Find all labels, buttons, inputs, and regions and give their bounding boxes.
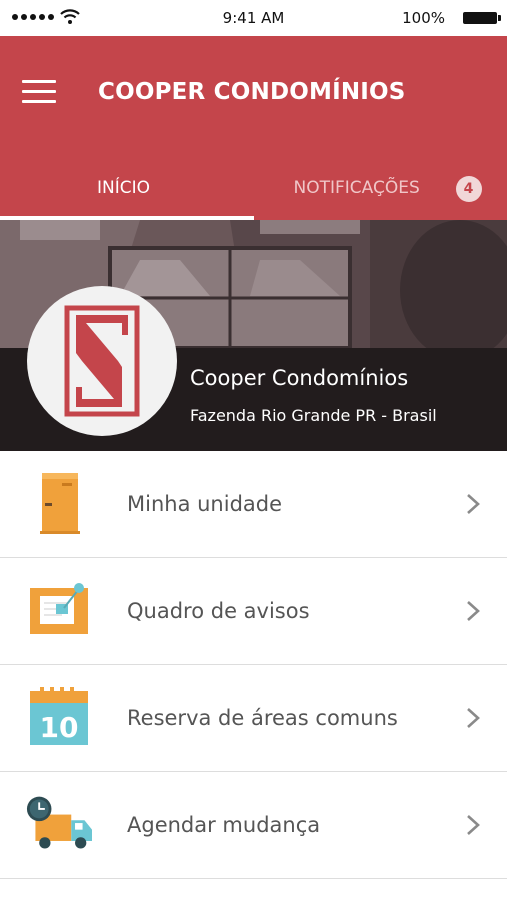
calendar-icon: 10 (30, 687, 88, 745)
list-item-minha-unidade[interactable]: Minha unidade (0, 451, 507, 558)
list-item-label: Minha unidade (127, 492, 283, 516)
chevron-right-icon (467, 708, 480, 728)
app-title: COOPER CONDOMÍNIOS (98, 79, 406, 105)
notice-board-icon (30, 583, 88, 634)
tab-notificacoes-label: NOTIFICAÇÕES (293, 178, 420, 198)
tab-inicio[interactable]: INÍCIO (0, 156, 254, 220)
tab-notificacoes[interactable]: NOTIFICAÇÕES 4 (254, 156, 507, 220)
hamburger-menu-icon[interactable] (22, 80, 58, 106)
chevron-right-icon (467, 815, 480, 835)
list-item-quadro-de-avisos[interactable]: Quadro de avisos (0, 558, 507, 665)
chevron-right-icon (467, 494, 480, 514)
tab-inicio-label: INÍCIO (97, 178, 151, 198)
calendar-day-number: 10 (40, 711, 79, 744)
list-item-reserva-areas-comuns[interactable]: 10 Reserva de áreas comuns (0, 665, 507, 772)
list-item-label: Reserva de áreas comuns (127, 706, 398, 730)
status-bar: 9:41 AM 100% (0, 0, 507, 36)
tab-bar: INÍCIO NOTIFICAÇÕES 4 (0, 156, 507, 220)
battery-percentage: 100% (402, 9, 445, 27)
condo-name: Cooper Condomínios (190, 366, 409, 390)
cooper-s-logo-icon (27, 286, 177, 436)
condo-hero-banner: Cooper Condomínios Fazenda Rio Grande PR… (0, 220, 507, 451)
app-header: COOPER CONDOMÍNIOS INÍCIO NOTIFICAÇÕES 4 (0, 36, 507, 220)
condo-location: Fazenda Rio Grande PR - Brasil (190, 406, 437, 425)
notification-count-badge: 4 (455, 176, 482, 202)
list-item-label: Quadro de avisos (127, 599, 310, 623)
list-item-label: Agendar mudança (127, 813, 321, 837)
list-item-agendar-mudanca[interactable]: Agendar mudança (0, 772, 507, 879)
chevron-right-icon (467, 601, 480, 621)
door-icon (40, 473, 80, 534)
battery-icon (463, 12, 501, 24)
moving-truck-icon (26, 796, 92, 849)
menu-list: Minha unidade Quadro de avisos 10 Reserv… (0, 451, 507, 879)
